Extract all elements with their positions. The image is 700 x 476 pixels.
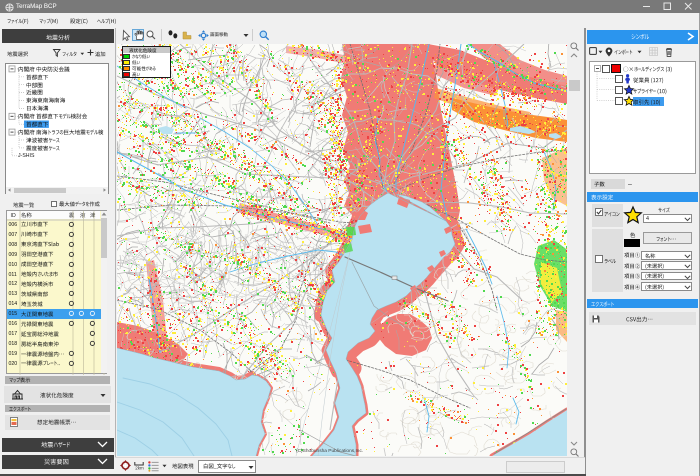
svg-text:2km: 2km — [135, 465, 144, 470]
